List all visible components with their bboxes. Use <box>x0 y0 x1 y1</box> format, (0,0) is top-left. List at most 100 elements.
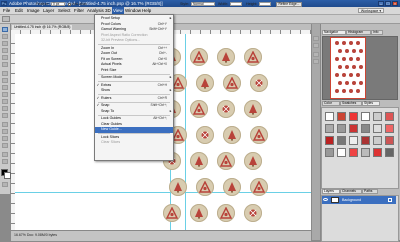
style-swatch[interactable] <box>349 112 358 121</box>
style-swatch[interactable] <box>325 112 334 121</box>
maximize-icon[interactable]: □ <box>385 1 391 6</box>
style-swatch[interactable] <box>385 148 394 157</box>
menu-image[interactable]: Image <box>26 7 41 14</box>
height-input[interactable] <box>259 2 271 6</box>
view-menu-item[interactable]: New Guide... <box>95 127 173 133</box>
view-menu-item[interactable]: Screen Mode ▸ <box>95 75 173 81</box>
minimize-icon[interactable]: – <box>378 1 384 6</box>
style-swatch[interactable] <box>361 124 370 133</box>
pen-tool-icon[interactable] <box>2 122 8 127</box>
lasso-tool-icon[interactable] <box>2 41 8 46</box>
clone-stamp-tool-icon[interactable] <box>2 85 8 90</box>
tab-paths[interactable]: Paths <box>362 189 378 194</box>
marquee-tool-preset-icon[interactable] <box>2 16 10 22</box>
width-input[interactable] <box>230 2 242 6</box>
background-color-swatch[interactable] <box>4 172 11 179</box>
move-tool-icon[interactable] <box>2 34 8 39</box>
style-swatch[interactable] <box>373 136 382 145</box>
style-swatch[interactable] <box>325 136 334 145</box>
menu-layer[interactable]: Layer <box>42 7 55 14</box>
style-swatch[interactable] <box>337 112 346 121</box>
antialias-checkbox[interactable] <box>68 3 71 6</box>
refine-edge-button[interactable]: Refine Edge... <box>276 1 302 7</box>
style-select[interactable]: Normal <box>191 2 215 6</box>
tab-swatches[interactable]: Swatches <box>340 101 362 106</box>
tab-info[interactable]: Info <box>371 30 383 35</box>
view-menu-item: 32-bit Preview Options... <box>95 38 173 44</box>
style-swatch[interactable] <box>373 124 382 133</box>
tab-histogram[interactable]: Histogram <box>346 30 371 35</box>
actions-panel-icon[interactable] <box>313 43 319 48</box>
path-selection-tool-icon[interactable] <box>2 136 8 141</box>
style-swatch[interactable] <box>385 136 394 145</box>
close-icon[interactable]: × <box>392 1 398 6</box>
menu-filter[interactable]: Filter <box>73 7 85 14</box>
ornament-image <box>223 178 241 196</box>
style-swatch[interactable] <box>361 148 370 157</box>
history-brush-tool-icon[interactable] <box>2 92 8 97</box>
style-swatch[interactable] <box>373 148 382 157</box>
brush-tool-icon[interactable] <box>2 78 8 83</box>
navigator-thumbnail[interactable] <box>330 37 366 99</box>
menu-window[interactable]: Window <box>124 7 142 14</box>
menu-view[interactable]: View <box>112 7 124 14</box>
magic-wand-tool-icon[interactable] <box>2 48 8 53</box>
view-menu-item[interactable]: ✓ Rulers Ctrl+R <box>95 96 173 102</box>
ornament-image <box>217 48 235 66</box>
menu-edit[interactable]: Edit <box>14 7 24 14</box>
history-panel-icon[interactable] <box>313 36 319 41</box>
dodge-tool-icon[interactable] <box>2 113 8 118</box>
paragraph-panel-icon[interactable] <box>313 59 319 64</box>
style-swatch[interactable] <box>385 112 394 121</box>
style-swatch[interactable] <box>325 148 334 157</box>
character-panel-icon[interactable] <box>313 52 319 57</box>
style-swatch[interactable] <box>373 112 382 121</box>
style-swatch[interactable] <box>337 124 346 133</box>
menu-3d[interactable]: 3D <box>104 7 112 14</box>
style-swatch[interactable] <box>337 136 346 145</box>
healing-brush-tool-icon[interactable] <box>2 71 8 76</box>
ornament-image <box>217 152 235 170</box>
view-menu-item: Clear Slices <box>95 140 173 146</box>
navigator-ornament-dot <box>349 73 353 77</box>
hand-tool-icon[interactable] <box>2 152 8 157</box>
navigator-ornament-dot <box>335 89 339 93</box>
style-swatch[interactable] <box>349 148 358 157</box>
workspace-button[interactable]: Workspace ▾ <box>358 8 384 13</box>
style-swatch[interactable] <box>361 136 370 145</box>
zoom-tool-icon[interactable] <box>2 159 8 164</box>
quick-mask-icon[interactable] <box>2 182 8 187</box>
style-swatch[interactable] <box>361 112 370 121</box>
tab-navigator[interactable]: Navigator <box>322 30 346 35</box>
style-swatch[interactable] <box>337 148 346 157</box>
eyedropper-tool-icon[interactable] <box>2 62 8 67</box>
crop-tool-icon[interactable] <box>2 55 8 60</box>
menu-file[interactable]: File <box>2 7 11 14</box>
tab-channels[interactable]: Channels <box>340 189 362 194</box>
tab-color[interactable]: Color <box>322 101 340 106</box>
style-swatch[interactable] <box>385 124 394 133</box>
style-swatch[interactable] <box>349 136 358 145</box>
menu-select[interactable]: Select <box>57 7 72 14</box>
marquee-tool-icon[interactable] <box>2 27 8 32</box>
view-menu-item-shortcut: Ctrl+R <box>157 95 167 100</box>
view-menu-item[interactable]: Snap To ▸ <box>95 109 173 115</box>
ornament-image <box>250 178 268 196</box>
menu-analysis[interactable]: Analysis <box>86 7 105 14</box>
style-swatch[interactable] <box>325 124 334 133</box>
type-tool-icon[interactable] <box>2 129 8 134</box>
guide-horizontal[interactable] <box>15 192 311 193</box>
eye-icon[interactable] <box>323 198 328 201</box>
shape-tool-icon[interactable] <box>2 143 8 148</box>
view-menu-item[interactable]: Print Size <box>95 68 173 74</box>
view-menu-item[interactable]: Show ▸ <box>95 88 173 94</box>
feather-input[interactable]: 0 px <box>51 2 65 6</box>
tab-styles[interactable]: Styles <box>362 101 380 106</box>
eraser-tool-icon[interactable] <box>2 99 8 104</box>
navigator-ornament-dot <box>338 65 342 69</box>
style-swatch[interactable] <box>349 124 358 133</box>
gradient-tool-icon[interactable] <box>2 106 8 111</box>
style-label: Style: <box>180 2 189 6</box>
menu-help[interactable]: Help <box>141 7 152 14</box>
tab-layers[interactable]: Layers <box>322 189 340 194</box>
